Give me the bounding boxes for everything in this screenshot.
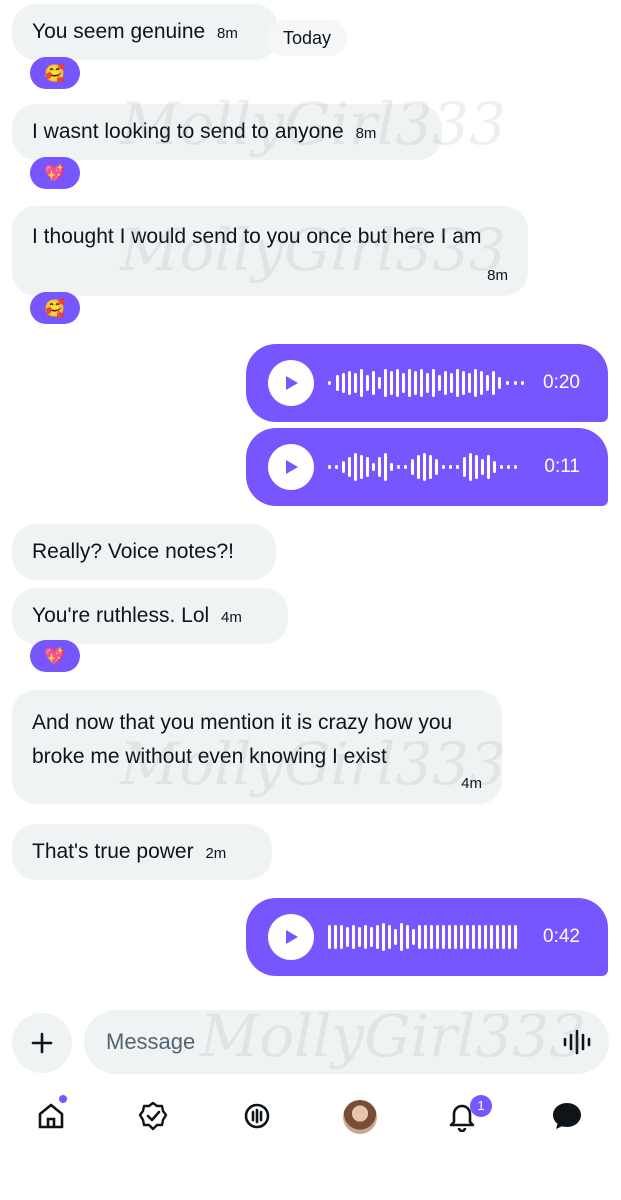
message-bubble[interactable]: You're ruthless. Lol 4m [12,588,288,644]
notification-badge: 1 [470,1095,492,1117]
message-time: 8m [355,125,377,142]
play-button[interactable] [268,444,314,490]
plus-icon [31,1032,53,1054]
sparkling-heart-icon: 💖 [44,646,66,666]
nav-grok[interactable] [237,1096,277,1136]
message-text: That's true power [32,840,194,863]
message-bubble[interactable]: Really? Voice notes?! [12,524,276,580]
message-bubble[interactable]: You seem genuine 8m [12,4,278,60]
home-icon [38,1103,64,1129]
play-icon [286,460,298,474]
date-separator: Today [267,20,348,56]
message-input[interactable] [106,1010,526,1074]
waveform-icon[interactable] [326,915,526,959]
bottom-navigation [0,1080,621,1156]
message-bubble[interactable]: I wasnt looking to send to anyone 8m [12,104,442,160]
message-time: 8m [487,267,508,284]
waveform-icon[interactable] [326,445,526,489]
add-attachment-button[interactable] [12,1013,72,1073]
message-bubble[interactable]: And now that you mention it is crazy how… [12,690,502,804]
message-text: You seem genuine [32,20,206,43]
play-button[interactable] [268,914,314,960]
voice-record-icon[interactable] [561,1026,593,1058]
smiling-face-with-hearts-icon: 🥰 [44,298,66,318]
voice-note[interactable]: 0:42 [246,898,608,976]
play-icon [286,930,298,944]
waveform-icon[interactable] [326,361,526,405]
voice-note[interactable]: 0:11 [246,428,608,506]
message-time: 8m [217,25,238,42]
grok-icon [244,1103,270,1129]
message-text: You're ruthless. Lol [32,604,210,627]
play-button[interactable] [268,360,314,406]
messages-icon [553,1103,581,1129]
verified-icon [138,1101,168,1131]
home-unread-dot [59,1095,67,1103]
smiling-face-with-hearts-icon: 🥰 [44,63,66,83]
message-text: Really? Voice notes?! [32,540,234,563]
message-time: 2m [205,845,227,862]
message-composer[interactable] [84,1010,609,1074]
message-time: 4m [221,609,242,626]
voice-note-duration: 0:20 [543,372,580,393]
play-icon [286,376,298,390]
nav-verified[interactable] [133,1096,173,1136]
nav-messages[interactable] [547,1096,587,1136]
reaction-badge[interactable]: 💖 [30,157,80,189]
voice-note-duration: 0:11 [544,456,580,477]
reaction-badge[interactable]: 💖 [30,640,80,672]
profile-avatar[interactable] [343,1100,377,1134]
message-text: And now that you mention it is crazy how… [32,711,453,768]
reaction-badge[interactable]: 🥰 [30,292,80,324]
message-bubble[interactable]: That's true power 2m [12,824,272,880]
reaction-badge[interactable]: 🥰 [30,57,80,89]
message-text: I thought I would send to you once but h… [32,225,482,248]
voice-note-duration: 0:42 [543,926,580,947]
message-bubble[interactable]: I thought I would send to you once but h… [12,206,528,296]
sparkling-heart-icon: 💖 [44,163,66,183]
message-time: 4m [461,775,482,792]
voice-note[interactable]: 0:20 [246,344,608,422]
message-text: I wasnt looking to send to anyone [32,120,344,143]
